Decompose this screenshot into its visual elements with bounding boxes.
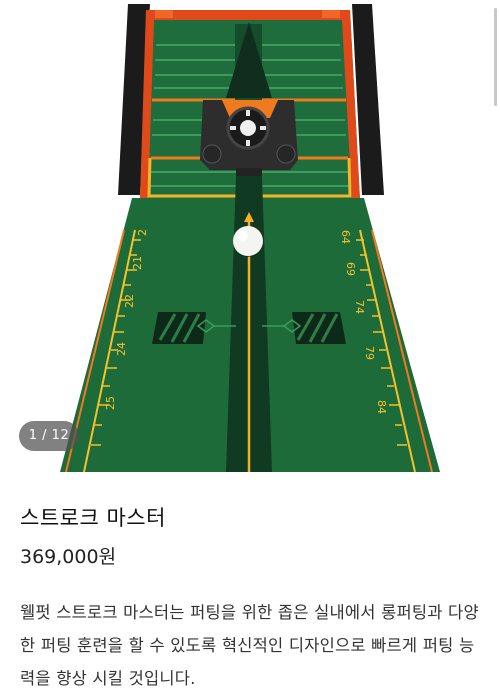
ruler-left-label: 22 bbox=[123, 294, 136, 308]
putting-mat-image: 2 21 22 24 25 64 69 74 79 84 bbox=[60, 4, 440, 472]
ruler-right-label: 84 bbox=[375, 400, 388, 414]
product-title: 스트로크 마스터 bbox=[20, 506, 166, 530]
scrollbar-thumb[interactable] bbox=[494, 8, 497, 106]
image-counter: 1 / 12 bbox=[19, 421, 79, 451]
ruler-right-label: 74 bbox=[353, 300, 366, 314]
ruler-left-label: 24 bbox=[115, 342, 128, 356]
product-image-gallery[interactable]: 2 21 22 24 25 64 69 74 79 84 1 / 12 bbox=[0, 0, 500, 472]
ruler-left-label: 2 bbox=[136, 229, 149, 236]
product-description: 웰펏 스트로크 마스터는 퍼팅을 위한 좁은 실내에서 롱퍼팅과 다양한 퍼팅 … bbox=[20, 603, 479, 688]
ruler-right-label: 64 bbox=[339, 230, 352, 244]
ruler-right-label: 69 bbox=[344, 262, 357, 276]
ruler-right-label: 79 bbox=[363, 346, 376, 360]
ruler-left-label: 25 bbox=[104, 396, 117, 410]
ruler-left-label: 21 bbox=[131, 256, 144, 270]
product-price: 369,000원 bbox=[20, 546, 117, 568]
